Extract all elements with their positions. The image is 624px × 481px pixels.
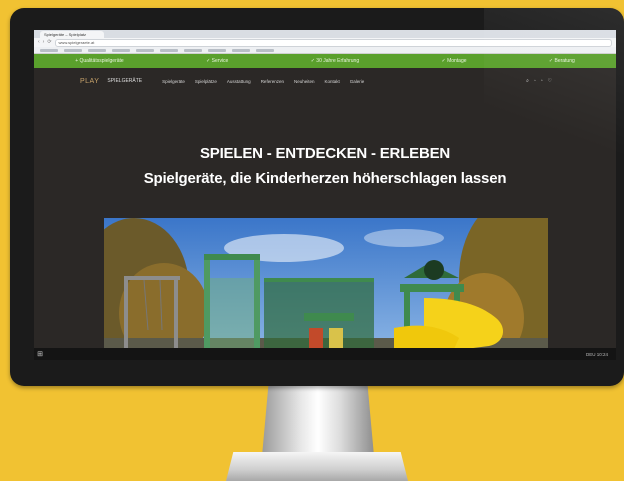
bookmark-item[interactable] [256, 48, 274, 52]
usp-item: ✓ Beratung [548, 58, 575, 64]
header-icons: ⌕ ◦ ▫ ♡ [526, 78, 552, 84]
bookmarks-bar [34, 47, 616, 54]
menu-item[interactable]: Ausstattung [227, 79, 251, 84]
hero-subtitle: Spielgeräte, die Kinderherzen höherschla… [143, 170, 507, 187]
bookmark-item[interactable] [184, 48, 202, 52]
reload-icon[interactable]: ⟳ [47, 38, 51, 47]
start-icon[interactable]: ⊞ [34, 350, 46, 358]
usp-bar: + Qualitätsspielgeräte ✓ Service ✓ 30 Ja… [34, 54, 616, 68]
monitor-stand-neck [262, 382, 374, 456]
search-icon[interactable]: ⌕ [526, 78, 529, 84]
os-taskbar: ⊞ DEU 10:24 [34, 348, 616, 360]
bookmark-item[interactable] [88, 48, 106, 52]
bookmark-item[interactable] [208, 48, 226, 52]
cart-icon[interactable]: ▫ [541, 78, 543, 84]
browser-tab[interactable]: Spielgeräte – Spielplatz [40, 31, 104, 38]
menu-item[interactable]: Neuheiten [294, 79, 315, 84]
monitor-stand-base [226, 452, 408, 481]
user-icon[interactable]: ◦ [534, 78, 536, 84]
address-bar[interactable]: www.spielgeraete.at [54, 38, 612, 47]
usp-item: ✓ 30 Jahre Erfahrung [310, 58, 360, 64]
main-menu: Spielgeräte Spielplätze Ausstattung Refe… [162, 79, 412, 84]
system-tray[interactable]: DEU 10:24 [586, 352, 608, 357]
forward-icon[interactable]: › [43, 38, 45, 47]
browser-toolbar: ‹ › ⟳ www.spielgeraete.at [34, 38, 616, 47]
usp-item: ✓ Montage [441, 58, 467, 64]
heart-icon[interactable]: ♡ [548, 78, 552, 84]
site-logo-tagline: SPIELGERÄTE [107, 78, 143, 84]
usp-item: ✓ Service [206, 58, 229, 64]
site-header: PLAY SPIELGERÄTE Spielgeräte Spielplätze… [34, 68, 616, 94]
menu-item[interactable]: Spielgeräte [162, 79, 185, 84]
bookmark-item[interactable] [64, 48, 82, 52]
usp-item: + Qualitätsspielgeräte [75, 58, 124, 64]
menu-item[interactable]: Kontakt [324, 79, 339, 84]
menu-item[interactable]: Galerie [350, 79, 365, 84]
bookmark-item[interactable] [160, 48, 178, 52]
bookmark-item[interactable] [40, 48, 58, 52]
site-logo[interactable]: PLAY [80, 78, 99, 85]
hero-playground-image [104, 218, 548, 360]
monitor-bezel: Spielgeräte – Spielplatz ‹ › ⟳ www.spiel… [10, 8, 624, 386]
bookmark-item[interactable] [232, 48, 250, 52]
bookmark-item[interactable] [112, 48, 130, 52]
hero-title: SPIELEN - ENTDECKEN - ERLEBEN [199, 145, 451, 162]
monitor-screen: Spielgeräte – Spielplatz ‹ › ⟳ www.spiel… [34, 30, 616, 360]
menu-item[interactable]: Spielplätze [195, 79, 217, 84]
back-icon[interactable]: ‹ [38, 38, 40, 47]
menu-item[interactable]: Referenzen [261, 79, 284, 84]
playground-illustration [104, 218, 548, 360]
bookmark-item[interactable] [136, 48, 154, 52]
browser-tab-strip: Spielgeräte – Spielplatz [34, 30, 616, 38]
